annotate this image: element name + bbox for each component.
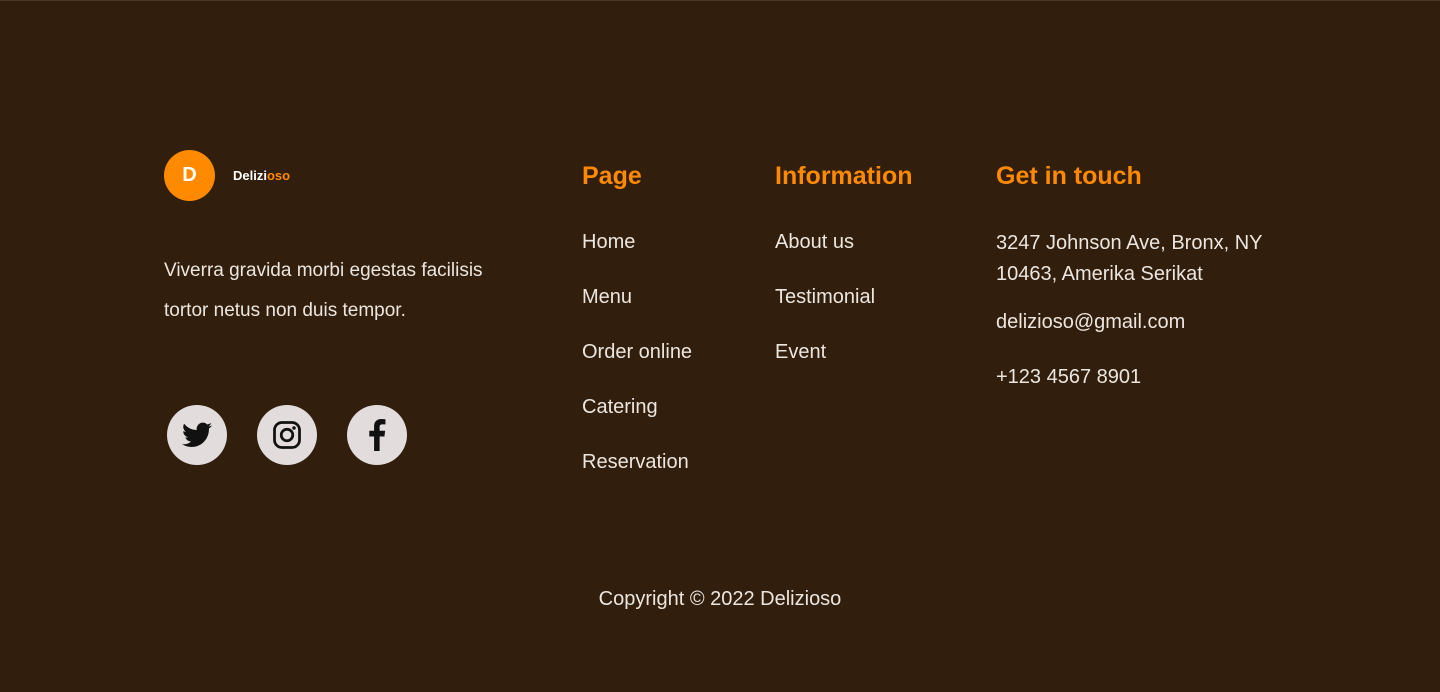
copyright: Copyright © 2022 Delizioso <box>0 585 1440 613</box>
page-link-reservation[interactable]: Reservation <box>582 450 692 505</box>
contact-list: 3247 Johnson Ave, Bronx, NY 10463, Ameri… <box>996 228 1296 389</box>
information-column-title: Information <box>775 162 913 190</box>
information-column: Information About us Testimonial Event <box>775 160 913 395</box>
information-links: About us Testimonial Event <box>775 230 913 395</box>
twitter-button[interactable] <box>167 405 227 465</box>
twitter-icon <box>182 422 212 447</box>
brand-name: Delizioso <box>233 168 290 183</box>
page-link-home[interactable]: Home <box>582 230 692 285</box>
page-column-title: Page <box>582 162 642 190</box>
contact-phone[interactable]: +123 4567 8901 <box>996 365 1296 389</box>
page-link-menu[interactable]: Menu <box>582 285 692 340</box>
instagram-button[interactable] <box>257 405 317 465</box>
footer-tagline: Viverra gravida morbi egestas facilisis … <box>164 260 483 321</box>
contact-address: 3247 Johnson Ave, Bronx, NY 10463, Ameri… <box>996 232 1263 285</box>
page-column: Page Home Menu Order online Catering Res… <box>582 160 692 505</box>
contact-column: Get in touch 3247 Johnson Ave, Bronx, NY… <box>996 160 1296 389</box>
contact-email[interactable]: delizioso@gmail.com <box>996 310 1296 334</box>
page-links: Home Menu Order online Catering Reservat… <box>582 230 692 505</box>
logo-icon: D <box>164 150 215 201</box>
page-link-order-online[interactable]: Order online <box>582 340 692 395</box>
brand[interactable]: D Delizioso <box>164 150 290 201</box>
copyright-text: Copyright © 2022 Delizioso <box>598 588 842 610</box>
brand-name-part2: oso <box>266 168 291 183</box>
social-links <box>167 405 407 465</box>
info-link-event[interactable]: Event <box>775 340 913 395</box>
info-link-testimonial[interactable]: Testimonial <box>775 285 913 340</box>
info-link-about-us[interactable]: About us <box>775 230 913 285</box>
facebook-icon <box>369 419 386 451</box>
contact-column-title: Get in touch <box>996 162 1142 190</box>
brand-name-part1: Delizi <box>233 168 267 183</box>
page-link-catering[interactable]: Catering <box>582 395 692 450</box>
instagram-icon <box>273 421 301 449</box>
facebook-button[interactable] <box>347 405 407 465</box>
site-footer: D Delizioso Viverra gravida morbi egesta… <box>0 0 1440 692</box>
